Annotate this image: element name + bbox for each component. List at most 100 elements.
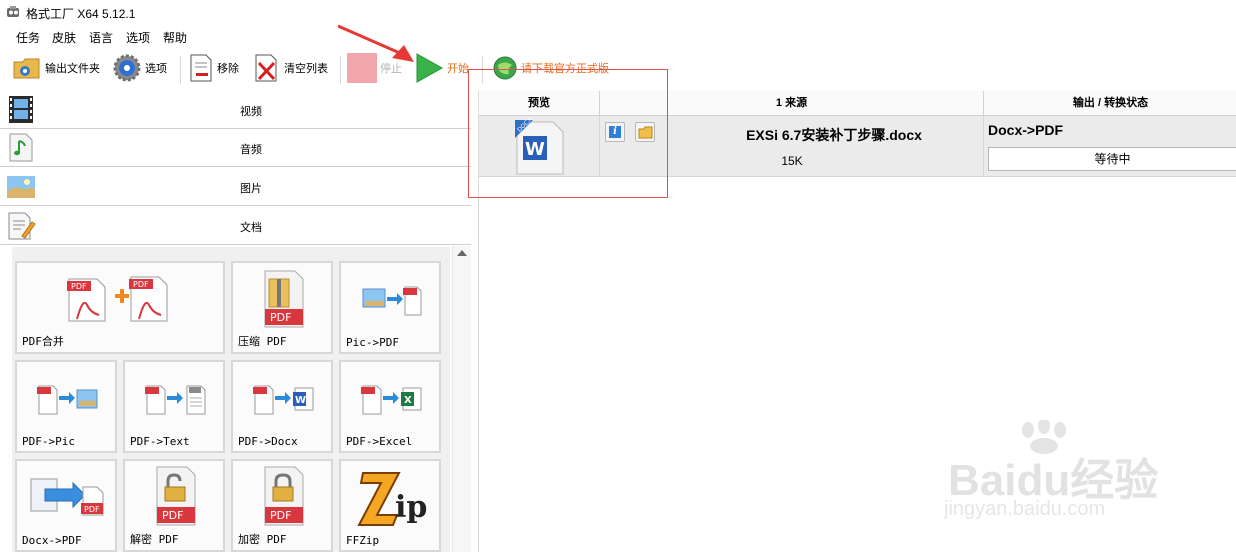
category-label: 图片 — [240, 183, 262, 195]
tool-label: PDF->Text — [130, 435, 190, 448]
watermark-url: jingyan.baidu.com — [944, 498, 1106, 520]
tool-label: Pic->PDF — [346, 336, 399, 349]
svg-text:W: W — [295, 395, 306, 406]
tool-pdf-decrypt[interactable]: PDF 解密 PDF — [123, 459, 225, 552]
title-bar: 格式工厂 X64 5.12.1 — [0, 0, 1236, 24]
window-title: 格式工厂 X64 5.12.1 — [26, 7, 136, 21]
picture-icon — [7, 176, 35, 198]
info-button[interactable]: i — [605, 122, 625, 142]
download-official-link[interactable]: 请下载官方正式版 — [492, 50, 609, 86]
category-label: 视频 — [240, 106, 262, 118]
tool-label: PDF->Pic — [22, 435, 75, 448]
pdf-compress-icon: PDF — [264, 270, 304, 328]
svg-text:ip: ip — [395, 490, 427, 525]
toolbar-divider — [482, 56, 483, 84]
task-list-header: 预览 1 来源 输出 / 转换状态 — [479, 91, 1236, 116]
category-audio[interactable]: 音频 — [0, 129, 471, 167]
tool-pdf-to-excel[interactable]: X PDF->Excel — [339, 360, 441, 453]
output-format: Docx->PDF — [988, 122, 1064, 138]
tool-label: 加密 PDF — [238, 533, 287, 546]
left-pane: 视频 音频 图片 文档 PDF PDF PDF合并 PDF 压缩 PDF Pic… — [0, 91, 472, 552]
film-icon — [9, 96, 33, 123]
remove-document-icon — [190, 54, 212, 82]
tool-pdf-compress[interactable]: PDF 压缩 PDF — [231, 261, 333, 354]
tool-label: 压缩 PDF — [238, 335, 287, 348]
menu-options[interactable]: 选项 — [126, 29, 150, 46]
document-edit-icon — [8, 212, 36, 240]
menu-task[interactable]: 任务 — [16, 29, 40, 46]
gear-icon — [113, 54, 141, 82]
menu-skin[interactable]: 皮肤 — [52, 29, 76, 46]
info-icon: i — [609, 126, 621, 138]
tool-label: PDF->Docx — [238, 435, 298, 448]
tool-label: 解密 PDF — [130, 533, 179, 546]
pdf-to-pic-icon — [37, 385, 98, 415]
globe-icon — [493, 56, 517, 80]
tool-ffzip[interactable]: ip FFZip — [339, 459, 441, 552]
pdf-merge-icon: PDF PDF — [67, 276, 168, 322]
category-image[interactable]: 图片 — [0, 168, 471, 206]
clear-list-button[interactable]: 清空列表 — [253, 50, 328, 86]
pdf-to-docx-icon: W — [253, 385, 314, 415]
tools-scrollbar[interactable] — [452, 246, 471, 552]
menu-language[interactable]: 语言 — [89, 29, 113, 46]
menu-bar: 任务 皮肤 语言 选项 帮助 — [0, 26, 1236, 46]
tool-pdf-merge[interactable]: PDF PDF PDF合并 — [15, 261, 225, 354]
open-folder-button[interactable] — [635, 122, 655, 142]
svg-text:PDF: PDF — [162, 509, 183, 522]
column-preview[interactable]: 预览 — [479, 91, 600, 115]
source-filename: EXSi 6.7安装补丁步骤.docx — [746, 127, 922, 143]
clear-list-label: 清空列表 — [284, 63, 328, 75]
tool-label: FFZip — [346, 534, 380, 547]
column-source[interactable]: 1 来源 — [600, 91, 984, 115]
svg-text:PDF: PDF — [71, 282, 87, 291]
status-progress: 等待中 — [988, 147, 1236, 171]
svg-text:PDF: PDF — [270, 311, 291, 324]
options-button[interactable]: 选项 — [112, 50, 167, 86]
output-folder-button[interactable]: 输出文件夹 — [12, 50, 100, 86]
pdf-encrypt-icon: PDF — [264, 466, 304, 526]
tool-pdf-to-docx[interactable]: W PDF->Docx — [231, 360, 333, 453]
download-label: 请下载官方正式版 — [521, 63, 609, 75]
options-label: 选项 — [145, 63, 167, 75]
tool-pdf-to-text[interactable]: PDF->Text — [123, 360, 225, 453]
annotation-arrow — [337, 24, 414, 62]
svg-text:W: W — [525, 139, 545, 160]
svg-text:PDF: PDF — [84, 505, 100, 514]
tool-docx-to-pdf[interactable]: PDF Docx->PDF — [15, 459, 117, 552]
toolbar: 输出文件夹 选项 移除 清空列表 停止 开始 请下载官方正式版 — [0, 50, 1236, 90]
menu-help[interactable]: 帮助 — [163, 29, 187, 46]
category-document[interactable]: 文档 — [0, 207, 471, 245]
folder-icon — [13, 58, 40, 79]
pdf-to-text-icon — [145, 385, 206, 415]
category-video[interactable]: 视频 — [0, 91, 471, 129]
scroll-up-icon[interactable] — [457, 250, 467, 256]
remove-button[interactable]: 移除 — [188, 50, 239, 86]
tool-label: PDF->Excel — [346, 435, 413, 448]
app-logo-icon — [7, 6, 19, 17]
svg-text:PDF: PDF — [270, 509, 291, 522]
tool-pic-to-pdf[interactable]: Pic->PDF — [339, 261, 441, 354]
music-note-icon — [9, 133, 33, 162]
category-label: 音频 — [240, 144, 262, 156]
column-divider — [983, 116, 984, 176]
ffzip-icon: ip — [357, 472, 427, 526]
table-row[interactable]: DOCX W i EXSi 6.7安装补丁步骤.docx 15K Docx->P… — [479, 116, 1236, 177]
remove-label: 移除 — [217, 63, 239, 75]
column-output-status[interactable]: 输出 / 转换状态 — [984, 91, 1236, 115]
document-tools-panel: PDF PDF PDF合并 PDF 压缩 PDF Pic->PDF PDF->P… — [12, 247, 450, 552]
word-document-icon: DOCX W — [515, 118, 564, 175]
start-label: 开始 — [447, 63, 469, 75]
category-label: 文档 — [240, 222, 262, 234]
folder-icon — [638, 126, 653, 139]
output-folder-label: 输出文件夹 — [45, 63, 100, 75]
source-filesize: 15K — [781, 154, 803, 168]
tool-pdf-to-pic[interactable]: PDF->Pic — [15, 360, 117, 453]
pdf-to-excel-icon: X — [361, 385, 422, 415]
column-divider — [599, 116, 600, 176]
tool-pdf-encrypt[interactable]: PDF 加密 PDF — [231, 459, 333, 552]
tool-label: PDF合并 — [22, 335, 64, 348]
clear-list-icon — [255, 54, 277, 82]
toolbar-divider — [180, 56, 181, 84]
pic-to-pdf-icon — [362, 286, 422, 316]
